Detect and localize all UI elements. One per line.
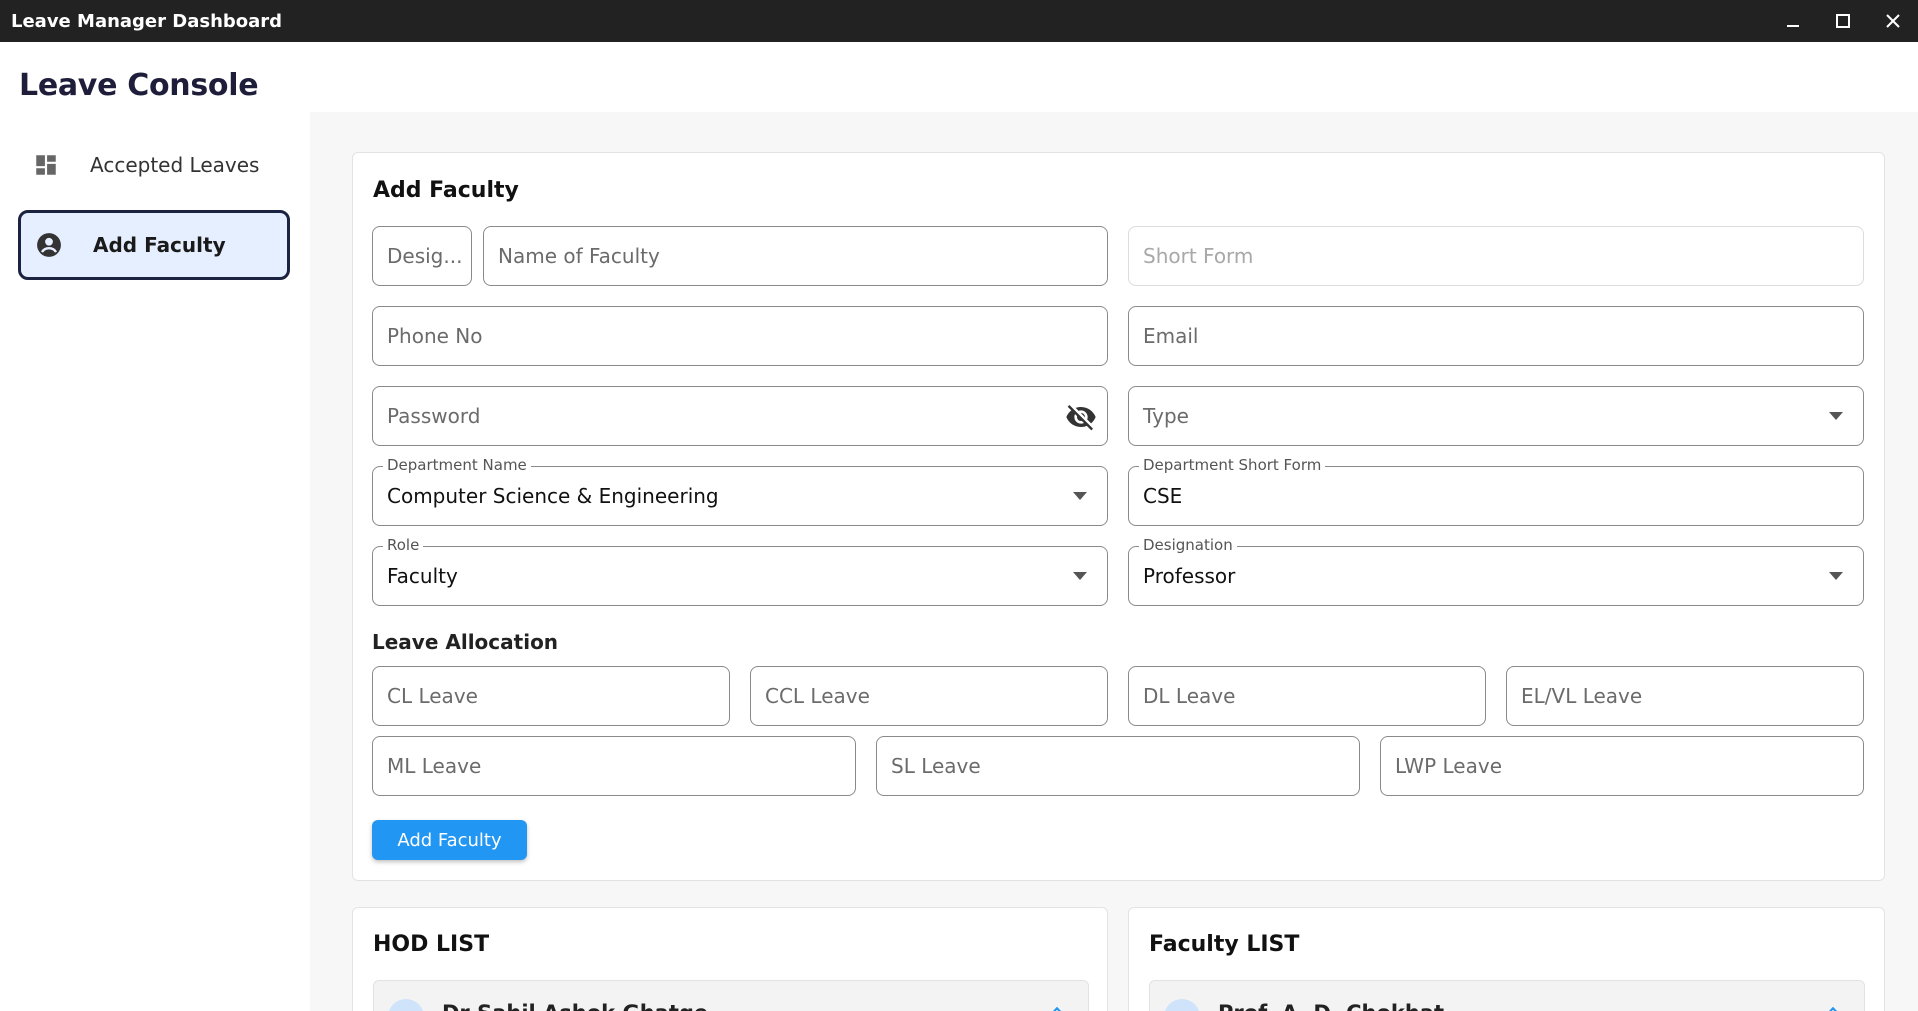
role-value: Faculty: [387, 564, 458, 588]
chevron-up-icon[interactable]: [1049, 1006, 1065, 1011]
avatar: [1164, 999, 1200, 1011]
list-item[interactable]: Dr Sahil Ashok Ghatge: [373, 980, 1089, 1011]
list-item-name: Prof. A. D. Chokhat: [1218, 1001, 1444, 1011]
short-form-placeholder: Short Form: [1143, 244, 1254, 268]
ccl-leave-placeholder: CCL Leave: [765, 684, 870, 708]
maximize-icon: [1836, 14, 1850, 28]
ccl-leave-input[interactable]: CCL Leave: [750, 666, 1108, 726]
chevron-down-icon: [1073, 492, 1087, 500]
type-placeholder: Type: [1143, 404, 1189, 428]
chevron-up-icon[interactable]: [1825, 1006, 1841, 1011]
faculty-list-title: Faculty LIST: [1149, 932, 1300, 957]
phone-input[interactable]: Phone No: [372, 306, 1108, 366]
el-vl-leave-input[interactable]: EL/VL Leave: [1506, 666, 1864, 726]
department-short-value: CSE: [1143, 484, 1183, 508]
role-label: Role: [383, 536, 424, 554]
sidebar: Leave Console Accepted Leaves Add Facult…: [0, 42, 310, 1011]
sidebar-item-add-faculty[interactable]: Add Faculty: [18, 210, 290, 280]
name-placeholder: Name of Faculty: [498, 244, 660, 268]
add-faculty-button[interactable]: Add Faculty: [372, 820, 527, 860]
short-form-input[interactable]: Short Form: [1128, 226, 1864, 286]
el-vl-leave-placeholder: EL/VL Leave: [1521, 684, 1643, 708]
email-input[interactable]: Email: [1128, 306, 1864, 366]
lwp-leave-input[interactable]: LWP Leave: [1380, 736, 1864, 796]
leave-allocation-title: Leave Allocation: [372, 630, 559, 654]
chevron-down-icon: [1073, 572, 1087, 580]
designation-select[interactable]: Designation Professor: [1128, 536, 1864, 606]
hod-list-title: HOD LIST: [373, 932, 490, 957]
sl-leave-placeholder: SL Leave: [891, 754, 981, 778]
window-title: Leave Manager Dashboard: [11, 10, 283, 32]
avatar: [388, 999, 424, 1011]
minimize-icon: [1787, 25, 1799, 27]
password-placeholder: Password: [387, 404, 481, 428]
department-value: Computer Science & Engineering: [387, 484, 719, 508]
faculty-name-input[interactable]: Name of Faculty: [483, 226, 1108, 286]
brand-title: Leave Console: [19, 68, 259, 103]
top-strip: [310, 42, 1918, 112]
email-placeholder: Email: [1143, 324, 1199, 348]
close-button[interactable]: [1868, 0, 1918, 42]
department-select[interactable]: Department Name Computer Science & Engin…: [372, 456, 1108, 526]
faculty-list-card: Faculty LIST Prof. A. D. Chokhat: [1128, 907, 1885, 1011]
sl-leave-input[interactable]: SL Leave: [876, 736, 1360, 796]
window-titlebar: Leave Manager Dashboard: [0, 0, 1918, 42]
prefix-placeholder: Desig...: [387, 244, 463, 268]
dashboard-icon: [32, 151, 60, 179]
sidebar-item-label: Add Faculty: [93, 233, 226, 257]
list-item[interactable]: Prof. A. D. Chokhat: [1149, 980, 1865, 1011]
dl-leave-placeholder: DL Leave: [1143, 684, 1236, 708]
password-input[interactable]: Password: [372, 386, 1108, 446]
department-short-label: Department Short Form: [1139, 456, 1326, 474]
department-label: Department Name: [383, 456, 531, 474]
designation-label: Designation: [1139, 536, 1237, 554]
dl-leave-input[interactable]: DL Leave: [1128, 666, 1486, 726]
window-controls: [1768, 0, 1918, 42]
account-circle-icon: [35, 231, 63, 259]
lwp-leave-placeholder: LWP Leave: [1395, 754, 1502, 778]
type-select[interactable]: Type: [1128, 386, 1864, 446]
chevron-down-icon: [1829, 572, 1843, 580]
chevron-down-icon: [1829, 412, 1843, 420]
ml-leave-input[interactable]: ML Leave: [372, 736, 856, 796]
department-short-form-input[interactable]: Department Short Form CSE: [1128, 456, 1864, 526]
minimize-button[interactable]: [1768, 0, 1818, 42]
ml-leave-placeholder: ML Leave: [387, 754, 482, 778]
maximize-button[interactable]: [1818, 0, 1868, 42]
phone-placeholder: Phone No: [387, 324, 483, 348]
sidebar-item-label: Accepted Leaves: [90, 153, 260, 177]
hod-list-card: HOD LIST Dr Sahil Ashok Ghatge: [352, 907, 1108, 1011]
sidebar-item-accepted-leaves[interactable]: Accepted Leaves: [18, 130, 290, 200]
role-select[interactable]: Role Faculty: [372, 536, 1108, 606]
cl-leave-placeholder: CL Leave: [387, 684, 478, 708]
list-item-name: Dr Sahil Ashok Ghatge: [442, 1001, 708, 1011]
cl-leave-input[interactable]: CL Leave: [372, 666, 730, 726]
close-icon: [1886, 14, 1900, 28]
designation-prefix-select[interactable]: Desig...: [372, 226, 472, 286]
designation-value: Professor: [1143, 564, 1236, 588]
visibility-off-icon[interactable]: [1065, 401, 1097, 433]
card-title: Add Faculty: [373, 178, 519, 203]
